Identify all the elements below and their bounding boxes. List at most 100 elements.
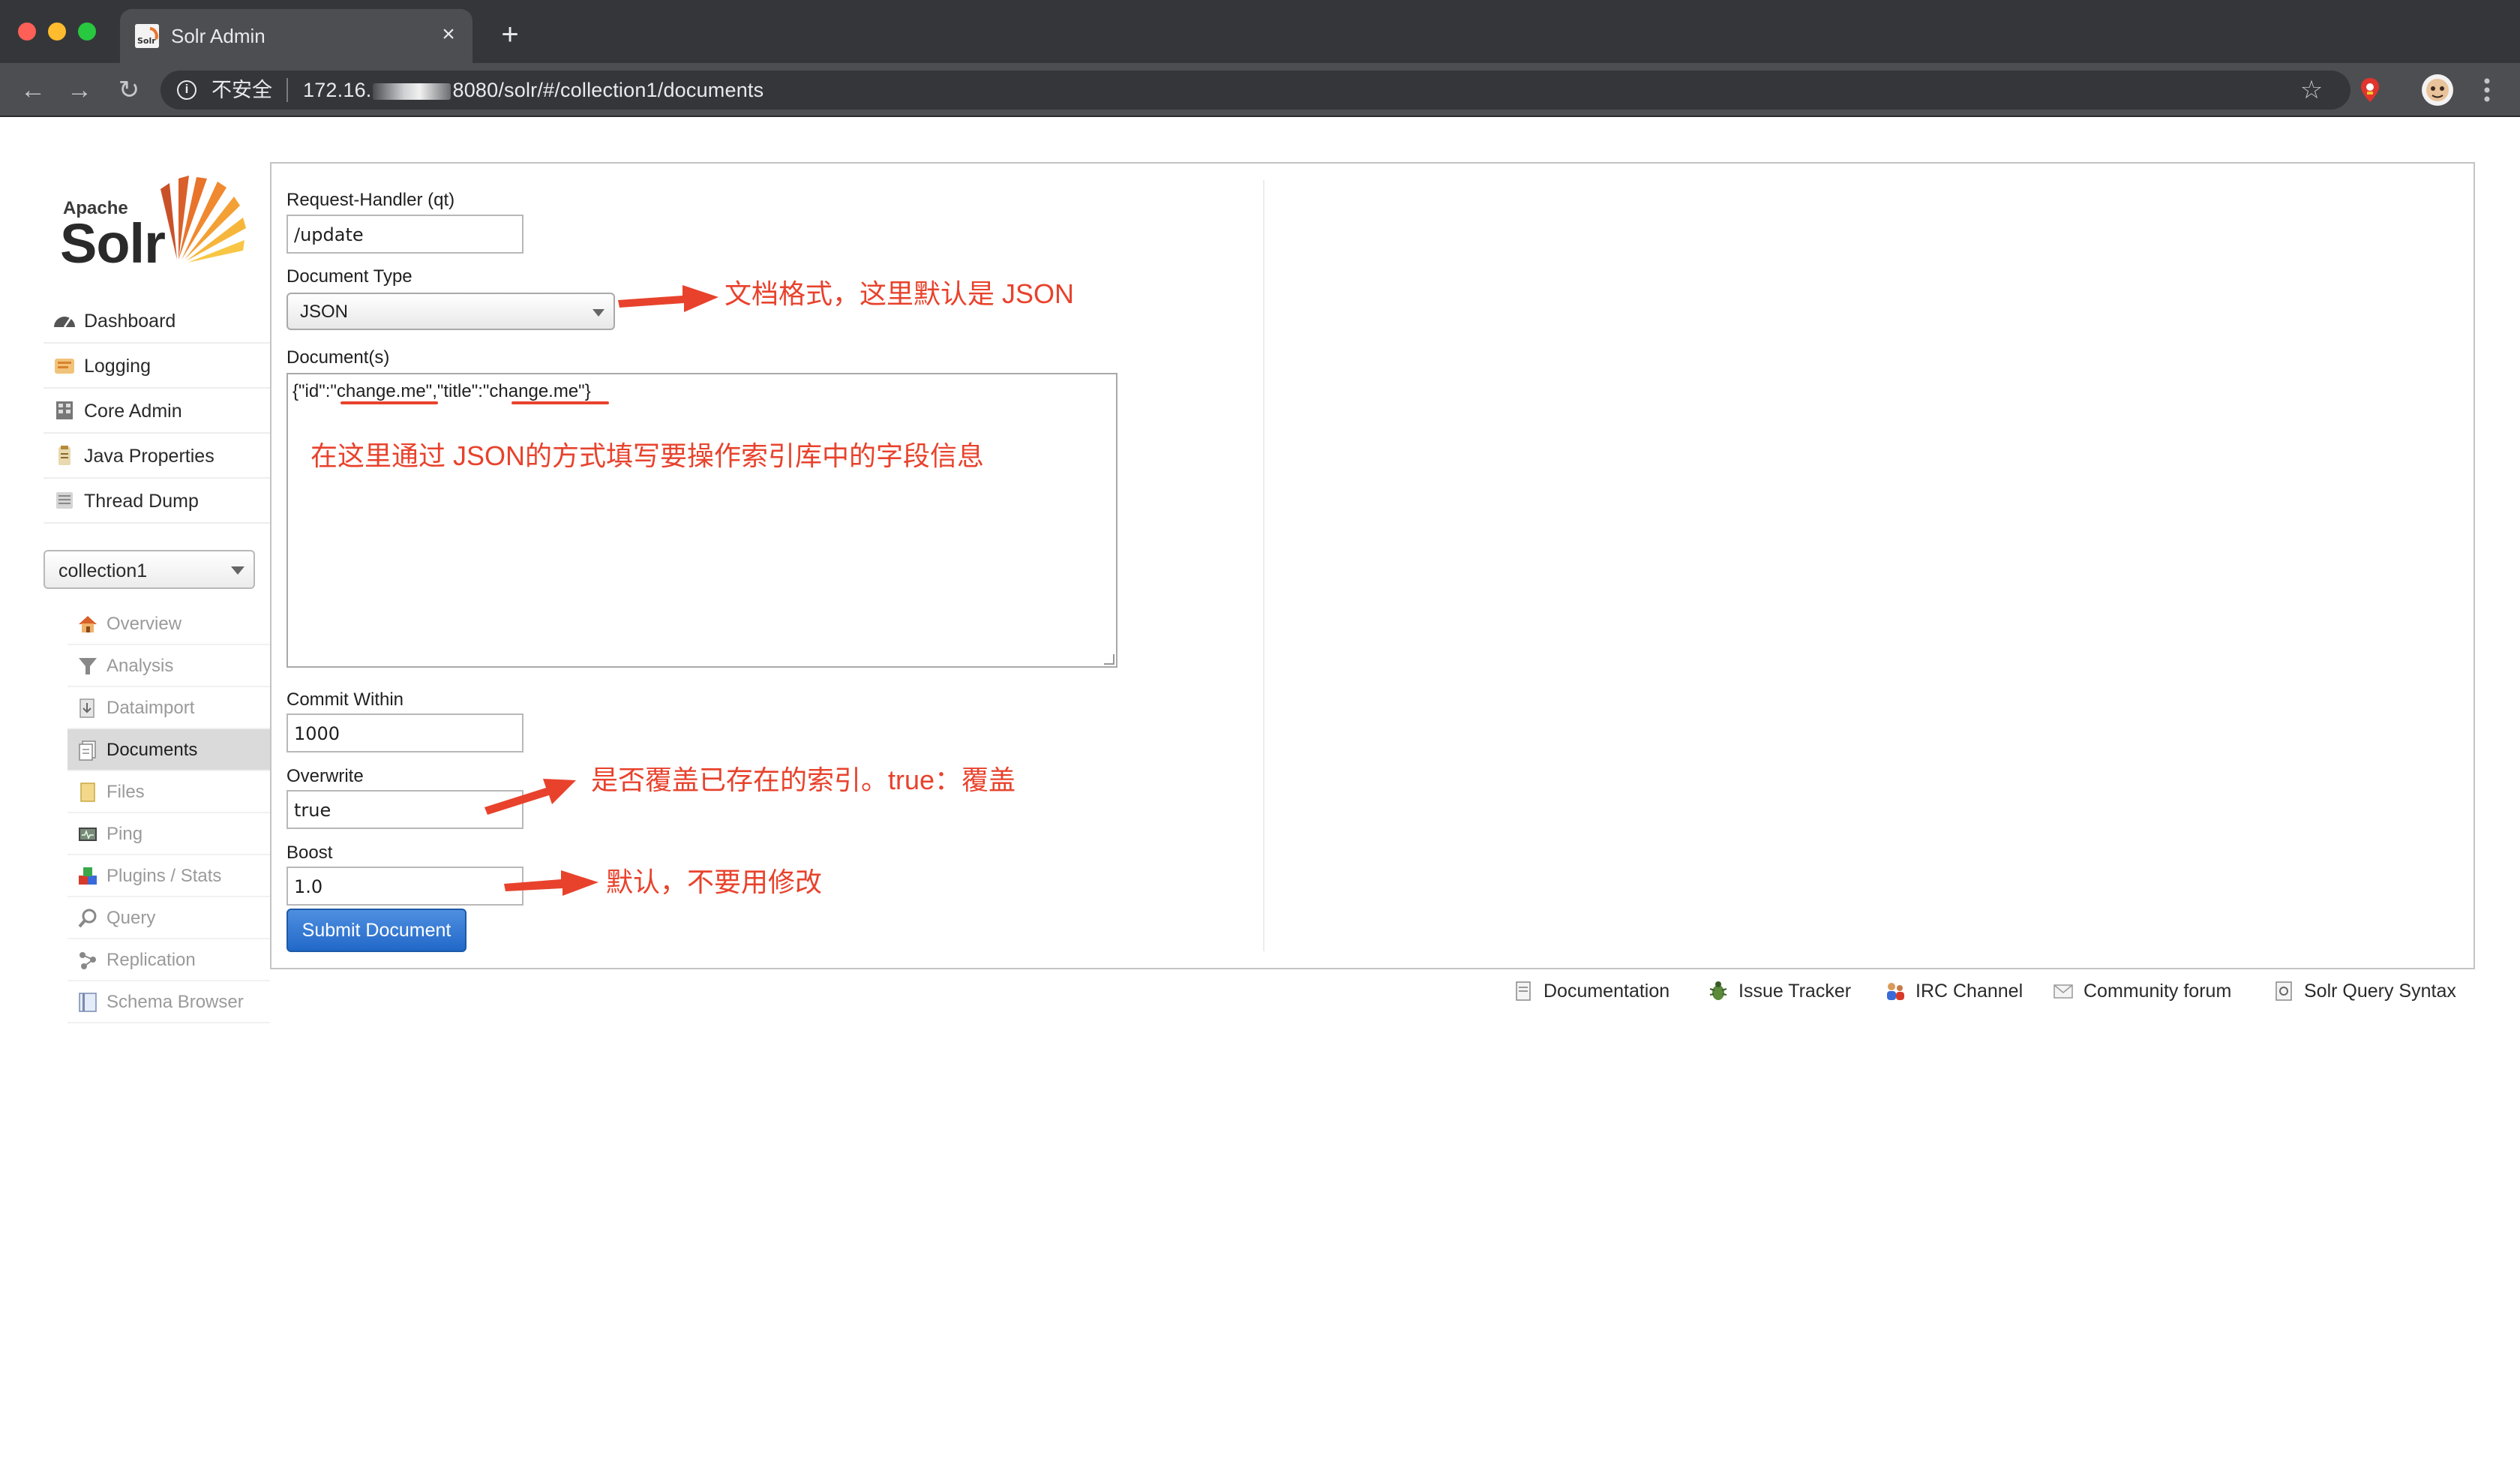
- core-menu: Overview Analysis Dataimport Documents F…: [68, 603, 270, 1023]
- core-item-replication[interactable]: Replication: [68, 939, 270, 981]
- core-item-label: Schema Browser: [106, 992, 244, 1012]
- forward-arrow-icon[interactable]: →: [63, 74, 96, 107]
- people-icon: [1887, 983, 1904, 1000]
- screenshot-root: Solr Solr Admin × + ← → ↻ i 不安全 172.16. 8…: [0, 0, 2520, 1460]
- documents-icon: [79, 741, 96, 761]
- core-item-label: Ping: [106, 824, 143, 844]
- annotation-documents: 在这里通过 JSON的方式填写要操作索引库中的字段信息: [310, 440, 985, 471]
- dashboard-icon: [54, 317, 75, 328]
- core-item-plugins-stats[interactable]: Plugins / Stats: [68, 855, 270, 897]
- close-window-button[interactable]: [18, 23, 36, 41]
- core-item-analysis[interactable]: Analysis: [68, 645, 270, 687]
- overwrite-value: true: [294, 800, 332, 821]
- footer-link-label: Issue Tracker: [1738, 981, 1852, 1002]
- replication-icon: [80, 952, 96, 969]
- plugins-icon: [79, 867, 97, 885]
- solr-sunburst-icon: [160, 176, 246, 263]
- browser-menu-icon[interactable]: [2474, 75, 2500, 105]
- sidebar-item-logging[interactable]: Logging: [44, 344, 270, 389]
- address-separator: [286, 78, 288, 102]
- document-type-select[interactable]: JSON: [286, 293, 615, 330]
- sidebar-item-java-properties[interactable]: Java Properties: [44, 434, 270, 479]
- panel-divider: [1263, 180, 1264, 951]
- magnifier-icon: [78, 909, 97, 928]
- core-item-dataimport[interactable]: Dataimport: [68, 687, 270, 729]
- core-item-files[interactable]: Files: [68, 771, 270, 813]
- core-item-documents[interactable]: Documents: [68, 729, 270, 771]
- boost-input[interactable]: 1.0: [286, 867, 524, 906]
- java-properties-icon: [58, 446, 70, 465]
- new-tab-button[interactable]: +: [495, 20, 525, 50]
- browser-tab-bar: Solr Solr Admin × +: [0, 0, 2520, 63]
- resize-handle-icon[interactable]: [1104, 654, 1114, 665]
- query-syntax-icon: [2276, 981, 2292, 1001]
- document-type-label: Document Type: [286, 266, 412, 287]
- overwrite-input[interactable]: true: [286, 790, 524, 829]
- core-admin-icon: [56, 401, 73, 419]
- schema-browser-icon: [79, 993, 97, 1012]
- sidebar-item-label: Dashboard: [84, 311, 176, 332]
- commit-within-value: 1000: [294, 723, 340, 744]
- annotation-underline-title: [512, 401, 609, 404]
- core-item-query[interactable]: Query: [68, 897, 270, 939]
- sidebar-item-label: Thread Dump: [84, 491, 199, 512]
- bug-icon: [1709, 981, 1727, 1000]
- core-item-label: Replication: [106, 950, 196, 970]
- browser-toolbar: ← → ↻ i 不安全 172.16. 8080/solr/#/collectio…: [0, 63, 2520, 117]
- core-item-label: Query: [106, 908, 156, 928]
- core-item-label: Dataimport: [106, 698, 195, 718]
- annotation-boost: 默认，不要用修改: [606, 867, 823, 897]
- boost-label: Boost: [286, 843, 333, 863]
- documents-textarea[interactable]: {"id":"change.me","title":"change.me"}: [286, 373, 1118, 668]
- bookmark-star-icon[interactable]: ☆: [2295, 74, 2328, 107]
- tab-title: Solr Admin: [171, 25, 266, 47]
- address-bar[interactable]: i 不安全 172.16. 8080/solr/#/collection1/doc…: [160, 71, 2350, 110]
- funnel-icon: [79, 658, 97, 674]
- request-handler-input[interactable]: /update: [286, 215, 524, 254]
- footer-link-label: Community forum: [2084, 981, 2232, 1002]
- info-icon[interactable]: i: [177, 80, 196, 100]
- core-item-overview[interactable]: Overview: [68, 603, 270, 645]
- core-item-label: Documents: [106, 740, 198, 760]
- envelope-icon: [2054, 984, 2073, 999]
- not-secure-label[interactable]: 不安全: [212, 78, 272, 102]
- minimize-window-button[interactable]: [48, 23, 66, 41]
- core-selector[interactable]: collection1: [44, 550, 255, 589]
- tab-close-icon[interactable]: ×: [435, 21, 462, 48]
- commit-within-input[interactable]: 1000: [286, 713, 524, 753]
- logging-icon: [55, 359, 74, 374]
- core-item-label: Overview: [106, 614, 182, 634]
- footer-link-label: Solr Query Syntax: [2304, 981, 2456, 1002]
- extension-pin-icon[interactable]: [2355, 75, 2385, 105]
- footer-link-label: Documentation: [1544, 981, 1670, 1002]
- overwrite-label: Overwrite: [286, 766, 364, 786]
- footer-links: Documentation Issue Tracker IRC Channel …: [1500, 974, 2482, 1008]
- footer-link-label: IRC Channel: [1916, 981, 2024, 1002]
- document-icon: [1516, 981, 1531, 1001]
- sidebar-menu: Dashboard Logging Core Admin Java Proper…: [44, 299, 270, 524]
- home-icon: [79, 616, 97, 632]
- sidebar-item-thread-dump[interactable]: Thread Dump: [44, 479, 270, 524]
- maximize-window-button[interactable]: [78, 23, 96, 41]
- submit-document-button[interactable]: Submit Document: [286, 909, 466, 952]
- document-type-value: JSON: [300, 302, 349, 322]
- request-handler-value: /update: [294, 224, 364, 245]
- core-item-schema-browser[interactable]: Schema Browser: [68, 981, 270, 1023]
- chevron-down-icon: [592, 309, 604, 317]
- profile-avatar-icon[interactable]: [2421, 74, 2454, 107]
- url-suffix: 8080/solr/#/collection1/documents: [452, 79, 764, 101]
- solr-logo[interactable]: Apache Solr: [60, 171, 248, 276]
- core-item-ping[interactable]: Ping: [68, 813, 270, 855]
- request-handler-label: Request-Handler (qt): [286, 190, 455, 210]
- back-arrow-icon[interactable]: ←: [16, 74, 50, 107]
- commit-within-label: Commit Within: [286, 689, 404, 710]
- sidebar-item-dashboard[interactable]: Dashboard: [44, 299, 270, 344]
- sidebar-item-core-admin[interactable]: Core Admin: [44, 389, 270, 434]
- url-prefix: 172.16.: [303, 79, 372, 101]
- reload-icon[interactable]: ↻: [112, 74, 146, 107]
- sidebar-item-label: Core Admin: [84, 401, 182, 422]
- url-text[interactable]: 172.16. 8080/solr/#/collection1/documents: [303, 78, 764, 102]
- thread-dump-icon: [56, 492, 73, 509]
- browser-tab[interactable]: Solr Solr Admin ×: [120, 9, 472, 63]
- core-selector-value: collection1: [58, 560, 148, 581]
